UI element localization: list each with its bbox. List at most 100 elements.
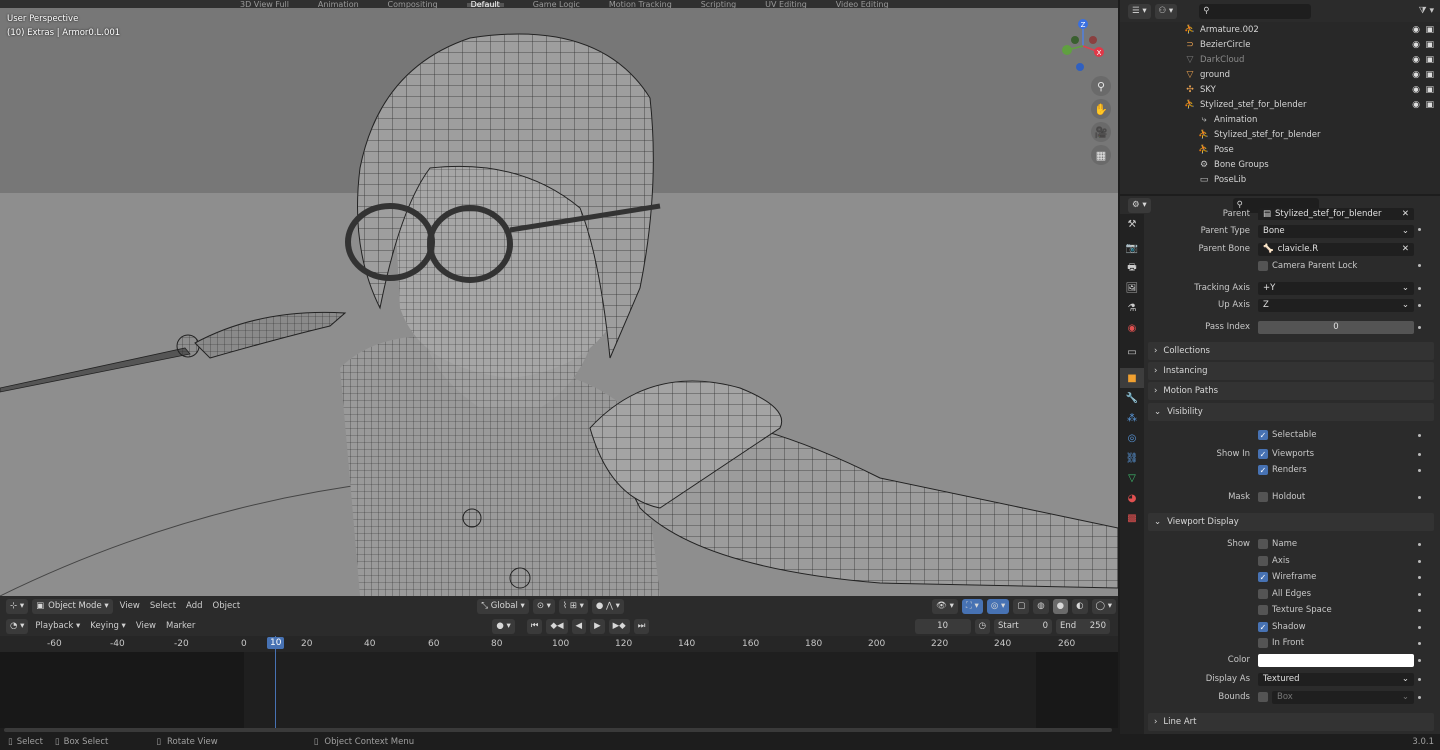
- keyframe-dot[interactable]: [1418, 696, 1421, 699]
- keyframe-dot[interactable]: [1418, 228, 1421, 231]
- keyframe-dot[interactable]: [1418, 287, 1421, 290]
- line-art-panel-header[interactable]: › Line Art: [1148, 713, 1434, 731]
- object-visibility-icon[interactable]: 👁 ▾: [932, 598, 958, 614]
- visibility-eye-icon[interactable]: ◉: [1412, 70, 1420, 80]
- wireframe-checkbox[interactable]: ✓: [1258, 572, 1268, 582]
- menu-select[interactable]: Select: [145, 601, 181, 611]
- menu-marker[interactable]: Marker: [161, 621, 200, 631]
- bounds-checkbox[interactable]: [1258, 692, 1268, 702]
- jump-start-icon[interactable]: ⏮: [526, 618, 543, 634]
- collections-panel-header[interactable]: › Collections: [1148, 342, 1434, 360]
- particles-tab-icon[interactable]: ⁂: [1120, 408, 1144, 428]
- tab-animation[interactable]: Animation: [318, 1, 359, 9]
- timeline-area[interactable]: [0, 636, 1118, 728]
- end-frame-field[interactable]: End 250: [1056, 618, 1110, 634]
- view-layer-tab-icon[interactable]: 🖼: [1120, 278, 1144, 298]
- tab-uv-editing[interactable]: UV Editing: [765, 1, 807, 9]
- keyframe-dot[interactable]: [1418, 642, 1421, 645]
- outliner-editor-icon[interactable]: ☰ ▾: [1128, 3, 1151, 19]
- tool-tab-icon[interactable]: ⚒: [1120, 214, 1144, 234]
- current-frame-field[interactable]: 10: [914, 618, 971, 634]
- overlay-toggle-icon[interactable]: ◎ ▾: [986, 598, 1010, 614]
- timeline-editor-icon[interactable]: ◔ ▾: [6, 618, 29, 634]
- keyframe-dot[interactable]: [1418, 560, 1421, 563]
- instancing-panel-header[interactable]: › Instancing: [1148, 362, 1434, 380]
- material-tab-icon[interactable]: ◕: [1120, 488, 1144, 508]
- keyframe-dot[interactable]: [1418, 434, 1421, 437]
- visibility-eye-icon[interactable]: ◉: [1412, 25, 1420, 35]
- data-tab-icon[interactable]: ▽: [1120, 468, 1144, 488]
- keyframe-dot[interactable]: [1418, 609, 1421, 612]
- display-mode-icon[interactable]: ⚇ ▾: [1154, 3, 1178, 19]
- scene-tab-icon[interactable]: ⚗: [1120, 298, 1144, 318]
- render-camera-icon[interactable]: ▣: [1425, 70, 1434, 80]
- display-as-dropdown[interactable]: Textured ⌄: [1258, 672, 1414, 686]
- outliner-item[interactable]: ✣ SKY ◉ ▣: [1120, 82, 1440, 97]
- bounds-type-dropdown[interactable]: Box ⌄: [1272, 690, 1414, 704]
- keyframe-dot[interactable]: [1418, 264, 1421, 267]
- keyframe-dot[interactable]: [1418, 453, 1421, 456]
- outliner-item[interactable]: ⛹ Pose: [1120, 142, 1440, 157]
- parent-field[interactable]: ▤ Stylized_stef_for_blender ✕: [1258, 208, 1414, 220]
- keyframe-dot[interactable]: [1418, 626, 1421, 629]
- visibility-panel-header[interactable]: ⌄ Visibility: [1148, 403, 1434, 421]
- world-tab-icon[interactable]: ◉: [1120, 318, 1144, 338]
- menu-playback[interactable]: Playback ▾: [30, 621, 85, 631]
- visibility-eye-icon[interactable]: ◉: [1412, 40, 1420, 50]
- jump-keyframe-back-icon[interactable]: ◆◀: [546, 618, 568, 634]
- 3d-viewport[interactable]: User Perspective (10) Extras | Armor0.L.…: [0, 8, 1118, 596]
- motion-paths-panel-header[interactable]: › Motion Paths: [1148, 382, 1434, 400]
- parent-type-dropdown[interactable]: Bone ⌄: [1258, 224, 1414, 238]
- name-checkbox[interactable]: [1258, 539, 1268, 549]
- tab-video-editing[interactable]: Video Editing: [836, 1, 889, 9]
- tab-default[interactable]: Default: [466, 1, 504, 8]
- pass-index-field[interactable]: 0: [1258, 320, 1414, 334]
- preview-range-icon[interactable]: ◷: [974, 618, 990, 634]
- auto-keying-icon[interactable]: ● ▾: [492, 618, 515, 634]
- keyframe-dot[interactable]: [1418, 469, 1421, 472]
- keyframe-dot[interactable]: [1418, 576, 1421, 579]
- up-axis-dropdown[interactable]: Z ⌄: [1258, 298, 1414, 312]
- shading-rendered-icon[interactable]: ◯ ▾: [1091, 598, 1116, 614]
- proportional-edit-icon[interactable]: ● ⋀ ▾: [591, 598, 624, 614]
- menu-add[interactable]: Add: [181, 601, 207, 611]
- outliner-search-input[interactable]: ⚲: [1199, 3, 1312, 19]
- outliner[interactable]: ☰ ▾ ⚇ ▾ ⚲ ⧩ ▾ ⛹ Armature.002 ◉ ▣ ⊃ BezierCirc…: [1120, 0, 1440, 194]
- transform-orientation-dropdown[interactable]: ⤡ Global ▾: [477, 598, 529, 614]
- constraints-tab-icon[interactable]: ⛓: [1120, 448, 1144, 468]
- timeline-ruler[interactable]: -60 -40 -20 0 10 20 40 60 80 100 120 140…: [0, 636, 1118, 652]
- keyframe-dot[interactable]: [1418, 543, 1421, 546]
- xray-toggle-icon[interactable]: ▢: [1013, 598, 1030, 614]
- visibility-eye-icon[interactable]: ◉: [1412, 100, 1420, 110]
- gizmo-toggle-icon[interactable]: ⛶ ▾: [961, 598, 983, 614]
- shadow-checkbox[interactable]: ✓: [1258, 622, 1268, 632]
- outliner-item[interactable]: ⛹ Stylized_stef_for_blender ◉ ▣: [1120, 97, 1440, 112]
- visibility-eye-icon[interactable]: ◉: [1412, 85, 1420, 95]
- outliner-item[interactable]: ⛹ Armature.002 ◉ ▣: [1120, 22, 1440, 37]
- render-camera-icon[interactable]: ▣: [1425, 55, 1434, 65]
- physics-tab-icon[interactable]: ◎: [1120, 428, 1144, 448]
- viewport-display-panel-header[interactable]: ⌄ Viewport Display: [1148, 513, 1434, 531]
- tab-3d-view-full[interactable]: 3D View Full: [240, 1, 289, 9]
- tab-motion-tracking[interactable]: Motion Tracking: [609, 1, 672, 9]
- keyframe-dot[interactable]: [1418, 593, 1421, 596]
- output-tab-icon[interactable]: 🖶: [1120, 258, 1144, 278]
- axis-checkbox[interactable]: [1258, 556, 1268, 566]
- filter-icon[interactable]: ⧩ ▾: [1419, 6, 1434, 16]
- parent-bone-field[interactable]: 🦴 clavicle.R ✕: [1258, 242, 1414, 256]
- object-tab-icon[interactable]: ■: [1120, 368, 1144, 388]
- navigation-gizmo[interactable]: Z X: [1055, 18, 1111, 78]
- tab-game-logic[interactable]: Game Logic: [533, 1, 580, 9]
- outliner-item[interactable]: ▽ ground ◉ ▣: [1120, 67, 1440, 82]
- clear-icon[interactable]: ✕: [1402, 209, 1409, 219]
- shading-wireframe-icon[interactable]: ◍: [1033, 598, 1049, 614]
- outliner-item[interactable]: ⊃ BezierCircle ◉ ▣: [1120, 37, 1440, 52]
- renders-checkbox[interactable]: ✓: [1258, 465, 1268, 475]
- modifier-tab-icon[interactable]: 🔧: [1120, 388, 1144, 408]
- menu-view[interactable]: View: [115, 601, 145, 611]
- keyframe-dot[interactable]: [1418, 326, 1421, 329]
- menu-keying[interactable]: Keying ▾: [85, 621, 131, 631]
- render-camera-icon[interactable]: ▣: [1425, 25, 1434, 35]
- shading-material-icon[interactable]: ◐: [1072, 598, 1088, 614]
- keyframe-dot[interactable]: [1418, 304, 1421, 307]
